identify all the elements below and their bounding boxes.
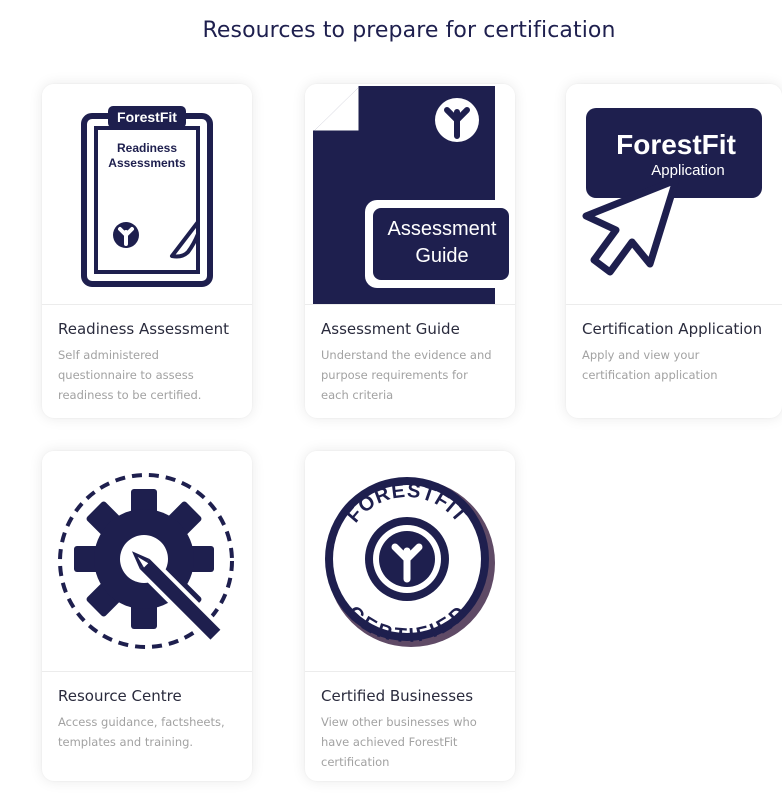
clipboard-icon: ForestFit Readiness Assessments	[81, 106, 213, 287]
card-readiness-assessment[interactable]: ForestFit Readiness Assessments Readines…	[42, 84, 252, 418]
card-resource-centre[interactable]: Resource Centre Access guidance, factshe…	[42, 451, 252, 781]
card-description: Self administered questionnaire to asses…	[58, 348, 202, 402]
page-heading: Resources to prepare for certification	[202, 18, 616, 43]
card-certification-application[interactable]: ForestFit Application Certification Appl…	[566, 84, 782, 418]
assessment-guide-image: Assessment Guide	[305, 84, 515, 305]
certification-application-image: ForestFit Application	[566, 84, 782, 305]
certified-businesses-image: FORESTFIT CERTIFIED	[305, 451, 515, 672]
card-title: Certified Businesses	[321, 687, 474, 705]
guide-line-2: Guide	[415, 245, 468, 267]
cursor-icon: ForestFit Application	[582, 108, 762, 276]
gear-pencil-icon	[58, 473, 234, 649]
card-assessment-guide[interactable]: Assessment Guide Assessment Guide Unders…	[305, 84, 515, 418]
readiness-assessment-image: ForestFit Readiness Assessments	[42, 84, 252, 305]
card-title: Certification Application	[582, 320, 763, 338]
clipboard-brand-text: ForestFit	[117, 109, 177, 125]
guide-line-1: Assessment	[388, 218, 497, 240]
clipboard-line-1: Readiness	[117, 141, 177, 155]
card-description: View other businesses who have achieved …	[321, 715, 477, 769]
application-label-text: Application	[651, 162, 724, 179]
card-description: Understand the evidence and purpose requ…	[321, 348, 492, 402]
card-title: Readiness Assessment	[58, 320, 229, 338]
document-icon: Assessment Guide	[313, 86, 515, 304]
resource-centre-image	[42, 451, 252, 672]
application-brand-text: ForestFit	[616, 129, 736, 160]
card-certified-businesses[interactable]: FORESTFIT CERTIFIED Certified Businesses…	[305, 451, 515, 781]
card-description: Access guidance, factsheets, templates a…	[58, 715, 225, 749]
card-title: Resource Centre	[58, 687, 182, 705]
card-description: Apply and view your certification applic…	[582, 348, 718, 382]
card-title: Assessment Guide	[321, 320, 460, 338]
certified-badge-icon: FORESTFIT CERTIFIED	[325, 477, 495, 647]
clipboard-line-2: Assessments	[108, 156, 186, 170]
